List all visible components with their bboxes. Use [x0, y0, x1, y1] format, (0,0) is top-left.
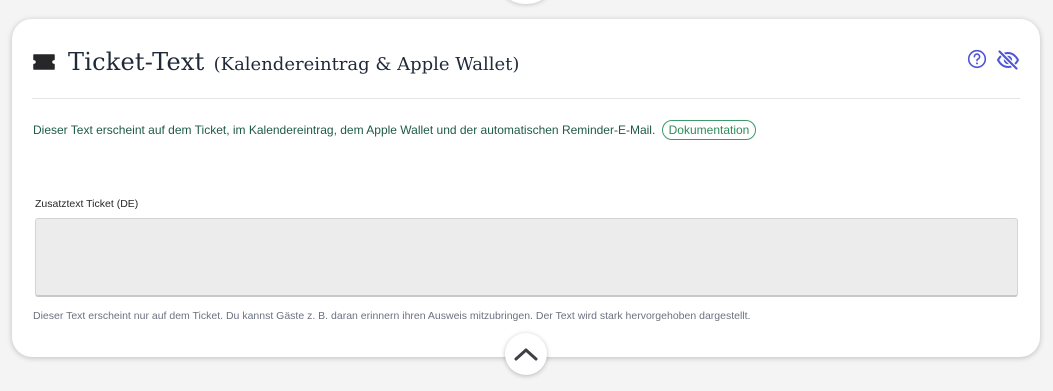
card-title-subtitle: (Kalendereintrag & Apple Wallet): [213, 54, 520, 75]
help-circle-icon[interactable]: [967, 49, 987, 69]
documentation-link[interactable]: Dokumentation: [661, 120, 757, 140]
ticket-text-label: Zusatztext Ticket (DE): [35, 198, 139, 210]
card-header: Ticket-Text (Kalendereintrag & Apple Wal…: [32, 19, 1020, 99]
collapse-button[interactable]: [505, 333, 547, 375]
eye-off-icon[interactable]: [996, 49, 1020, 71]
ticket-text-card: Ticket-Text (Kalendereintrag & Apple Wal…: [12, 19, 1040, 357]
chevron-up-icon: [514, 348, 538, 361]
card-title-main: Ticket-Text: [68, 48, 205, 76]
previous-section-toggle-edge: [503, 0, 549, 4]
ticket-text-input[interactable]: [35, 218, 1018, 297]
ticket-text-hint: Dieser Text erscheint nur auf dem Ticket…: [33, 310, 751, 322]
intro-paragraph: Dieser Text erscheint auf dem Ticket, im…: [33, 120, 757, 140]
card-title: Ticket-Text (Kalendereintrag & Apple Wal…: [68, 48, 519, 76]
ticket-icon: [33, 54, 55, 70]
intro-text: Dieser Text erscheint auf dem Ticket, im…: [33, 123, 656, 137]
